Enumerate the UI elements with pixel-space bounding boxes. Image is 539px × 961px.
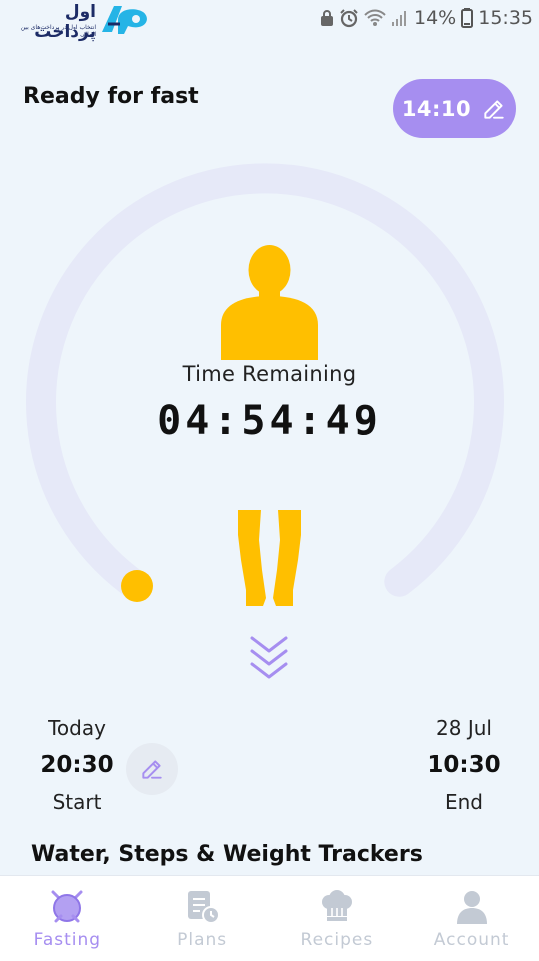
nav-fasting-label: Fasting	[33, 930, 102, 950]
plans-icon	[188, 891, 221, 924]
end-time: 10:30	[427, 752, 501, 778]
trackers-heading: Water, Steps & Weight Trackers	[31, 842, 423, 867]
edit-start-button[interactable]	[126, 743, 178, 795]
nav-plans-label: Plans	[177, 930, 228, 950]
chef-hat-icon	[321, 890, 352, 921]
time-remaining-label: Time Remaining	[182, 362, 357, 386]
chevron-down-icon[interactable]	[249, 634, 289, 684]
fast-start[interactable]: Today 20:30 Start	[22, 713, 132, 817]
nav-recipes-label: Recipes	[300, 930, 374, 950]
fasting-icon	[51, 890, 83, 923]
start-label: Start	[52, 790, 102, 814]
body-figure	[221, 245, 318, 606]
nav-account[interactable]: Account	[404, 876, 539, 961]
edit-icon	[142, 760, 162, 779]
end-label: End	[444, 790, 483, 814]
fast-end[interactable]: 28 Jul 10:30 End	[409, 713, 519, 817]
account-icon	[456, 891, 487, 924]
time-remaining-value: 04:54:49	[157, 398, 382, 444]
nav-plans[interactable]: Plans	[135, 876, 270, 961]
end-day: 28 Jul	[436, 716, 492, 740]
nav-fasting[interactable]: Fasting	[0, 876, 135, 961]
bottom-nav: Fasting Plans Recipes Account	[0, 875, 539, 961]
nav-account-label: Account	[433, 930, 510, 950]
nav-recipes[interactable]: Recipes	[270, 876, 405, 961]
start-time: 20:30	[40, 752, 114, 778]
start-day: Today	[48, 716, 106, 740]
